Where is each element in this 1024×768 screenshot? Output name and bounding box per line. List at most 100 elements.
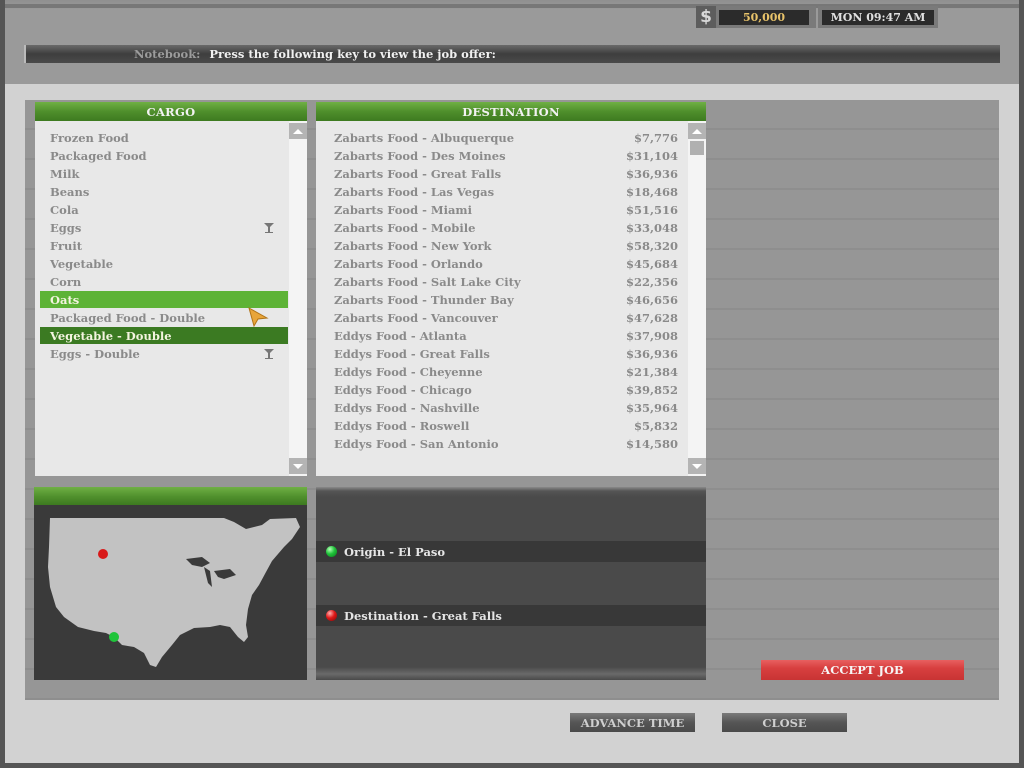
destination-name: Zabarts Food - Vancouver (334, 310, 498, 325)
destination-item[interactable]: Eddys Food - Chicago $39,852 (334, 381, 678, 398)
cargo-item-label: Vegetable - Double (50, 328, 172, 343)
cargo-item-label: Cola (50, 202, 79, 217)
arrow-down-icon (293, 463, 303, 469)
cargo-scrollbar[interactable] (289, 121, 307, 476)
cargo-item-label: Beans (50, 184, 90, 199)
destination-pay: $46,656 (625, 292, 678, 307)
destination-pay: $18,468 (625, 184, 678, 199)
destination-item[interactable]: Zabarts Food - Mobile $33,048 (334, 219, 678, 236)
cargo-item[interactable]: Cola (40, 201, 288, 218)
close-button[interactable]: CLOSE (722, 713, 847, 732)
cargo-scroll-down-button[interactable] (289, 458, 307, 474)
destination-name: Eddys Food - Nashville (334, 400, 480, 415)
destination-pay: $39,852 (625, 382, 678, 397)
destination-item[interactable]: Eddys Food - Great Falls $36,936 (334, 345, 678, 362)
destination-name: Zabarts Food - New York (334, 238, 492, 253)
destination-pay: $37,908 (625, 328, 678, 343)
destination-scrollbar[interactable] (688, 121, 706, 476)
destination-item[interactable]: Zabarts Food - Las Vegas $18,468 (334, 183, 678, 200)
accept-job-button[interactable]: ACCEPT JOB (761, 660, 964, 680)
destination-item[interactable]: Zabarts Food - Salt Lake City $22,356 (334, 273, 678, 290)
destination-pay: $45,684 (625, 256, 678, 271)
cargo-item[interactable]: Fruit (40, 237, 288, 254)
cargo-item-label: Oats (50, 292, 80, 307)
destination-name: Eddys Food - Great Falls (334, 346, 490, 361)
destination-item[interactable]: Zabarts Food - New York $58,320 (334, 237, 678, 254)
cargo-item-label: Frozen Food (50, 130, 129, 145)
route-map (34, 487, 307, 680)
destination-list: Zabarts Food - Albuquerque $7,776 Zabarts … (316, 121, 706, 476)
destination-item[interactable]: Eddys Food - Atlanta $37,908 (334, 327, 678, 344)
destination-item[interactable]: Eddys Food - Roswell $5,832 (334, 417, 678, 434)
destination-name: Zabarts Food - Thunder Bay (334, 292, 514, 307)
cargo-item-label: Packaged Food (50, 148, 147, 163)
arrow-up-icon (293, 128, 303, 134)
cargo-item[interactable]: Vegetable (40, 255, 288, 272)
cargo-item[interactable]: Beans (40, 183, 288, 200)
cargo-item[interactable]: Packaged Food (40, 147, 288, 164)
destination-item[interactable]: Eddys Food - Nashville $35,964 (334, 399, 678, 416)
destination-name: Zabarts Food - Las Vegas (334, 184, 495, 199)
destination-item[interactable]: Zabarts Food - Great Falls $36,936 (334, 165, 678, 182)
destination-pay: $58,320 (625, 238, 678, 253)
destination-name: Zabarts Food - Orlando (334, 256, 483, 271)
destination-item[interactable]: Zabarts Food - Albuquerque $7,776 (334, 129, 678, 146)
notebook-label: Notebook: (134, 47, 201, 61)
destination-pay: $22,356 (625, 274, 678, 289)
destination-item[interactable]: Zabarts Food - Vancouver $47,628 (334, 309, 678, 326)
origin-marker (109, 632, 119, 642)
destination-row: Destination - Great Falls (316, 605, 706, 626)
destination-name: Zabarts Food - Des Moines (334, 148, 506, 163)
destination-name: Eddys Food - Roswell (334, 418, 470, 433)
fragile-glass-icon (264, 349, 274, 359)
destination-pay: $14,580 (625, 436, 678, 451)
origin-label: Origin - El Paso (344, 544, 446, 559)
destination-name: Zabarts Food - Great Falls (334, 166, 502, 181)
cargo-item-label: Packaged Food - Double (50, 310, 206, 325)
cargo-item[interactable]: Eggs - Double (40, 345, 288, 362)
money-value: 50,000 (719, 9, 809, 25)
destination-pay: $36,936 (625, 346, 678, 361)
destination-pay: $35,964 (625, 400, 678, 415)
cargo-item[interactable]: Vegetable - Double (40, 327, 288, 344)
cargo-item[interactable]: Corn (40, 273, 288, 290)
arrow-up-icon (692, 128, 702, 134)
destination-item[interactable]: Zabarts Food - Des Moines $31,104 (334, 147, 678, 164)
origin-row: Origin - El Paso (316, 541, 706, 562)
destination-pay: $21,384 (625, 364, 678, 379)
destination-item[interactable]: Eddys Food - Cheyenne $21,384 (334, 363, 678, 380)
fragile-glass-icon (264, 223, 274, 233)
cargo-item-label: Milk (50, 166, 80, 181)
cargo-item-label: Corn (50, 274, 82, 289)
mouse-cursor-icon (248, 306, 269, 328)
cargo-header: CARGO (35, 102, 307, 121)
destination-item[interactable]: Zabarts Food - Orlando $45,684 (334, 255, 678, 272)
destination-name: Eddys Food - Chicago (334, 382, 472, 397)
destination-name: Zabarts Food - Salt Lake City (334, 274, 521, 289)
advance-time-button[interactable]: ADVANCE TIME (570, 713, 695, 732)
red-marker-icon (326, 610, 337, 621)
destination-name: Zabarts Food - Miami (334, 202, 472, 217)
destination-name: Zabarts Food - Albuquerque (334, 130, 515, 145)
destination-header: DESTINATION (316, 102, 706, 121)
destination-item[interactable]: Eddys Food - San Antonio $14,580 (334, 435, 678, 452)
destination-scroll-thumb[interactable] (690, 141, 704, 155)
usa-map (40, 517, 301, 680)
money-display: $ 50,000 (696, 6, 816, 28)
cargo-item[interactable]: Milk (40, 165, 288, 182)
destination-label: Destination - Great Falls (344, 608, 502, 623)
cargo-item[interactable]: Eggs (40, 219, 288, 236)
cargo-item[interactable]: Frozen Food (40, 129, 288, 146)
route-info-panel: Origin - El Paso Destination - Great Fal… (316, 487, 706, 680)
destination-scroll-up-button[interactable] (688, 123, 706, 139)
cargo-scroll-up-button[interactable] (289, 123, 307, 139)
cargo-item-label: Eggs (50, 220, 82, 235)
destination-item[interactable]: Zabarts Food - Miami $51,516 (334, 201, 678, 218)
destination-item[interactable]: Zabarts Food - Thunder Bay $46,656 (334, 291, 678, 308)
destination-pay: $36,936 (625, 166, 678, 181)
destination-scroll-down-button[interactable] (688, 458, 706, 474)
clock-display: MON 09:47 AM (818, 6, 938, 28)
destination-name: Eddys Food - San Antonio (334, 436, 499, 451)
cargo-item-label: Fruit (50, 238, 83, 253)
dollar-icon: $ (696, 6, 716, 28)
